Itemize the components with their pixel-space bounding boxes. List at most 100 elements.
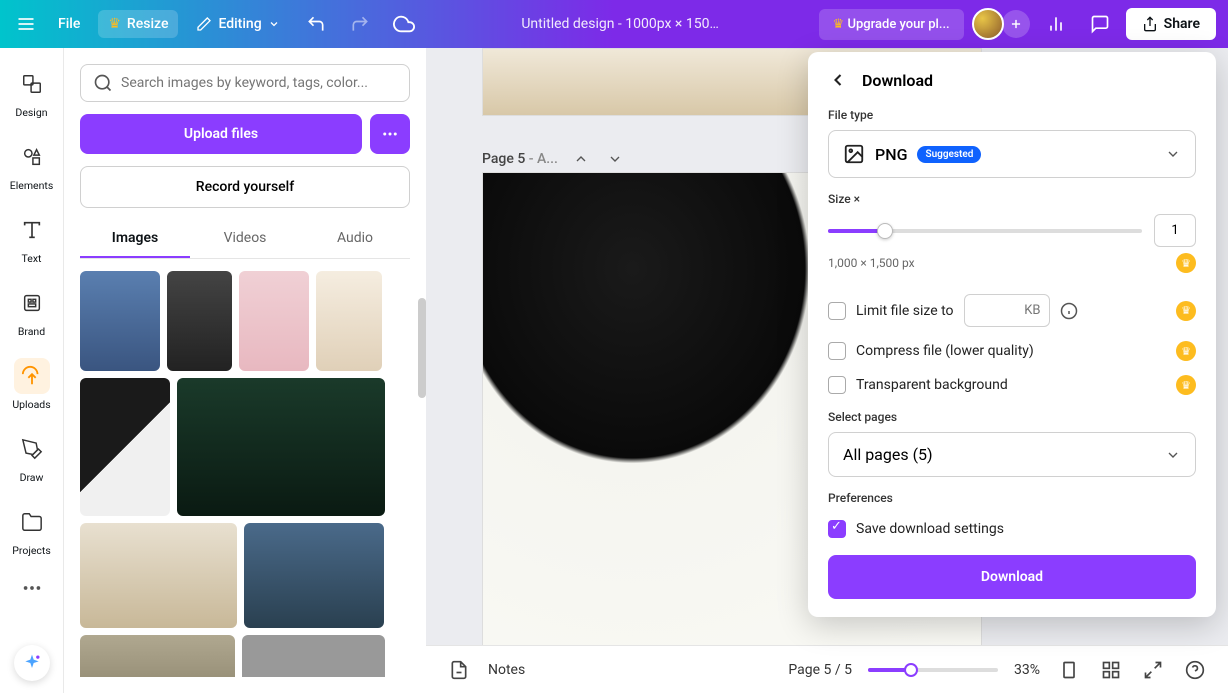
rail-uploads[interactable]: Uploads <box>2 350 62 419</box>
transparent-checkbox[interactable] <box>828 376 846 394</box>
rail-label: Design <box>15 106 47 119</box>
share-button[interactable]: Share <box>1126 8 1216 40</box>
save-settings-label: Save download settings <box>856 521 1004 537</box>
thumbnail[interactable] <box>244 523 384 628</box>
rail-label: Text <box>22 252 42 265</box>
editing-mode-button[interactable]: Editing <box>186 10 289 38</box>
user-avatar[interactable] <box>972 8 1004 40</box>
notes-button[interactable] <box>446 657 472 683</box>
rail-design[interactable]: Design <box>2 58 62 127</box>
add-collaborator-button[interactable] <box>1002 10 1030 38</box>
pro-badge: ♛ <box>1176 253 1196 273</box>
chevron-up-icon <box>573 151 589 167</box>
tab-videos[interactable]: Videos <box>190 220 300 258</box>
thumbnail[interactable] <box>167 271 232 371</box>
page-down-button[interactable] <box>604 148 626 170</box>
rail-elements[interactable]: Elements <box>2 131 62 200</box>
thumbnail[interactable] <box>80 635 235 677</box>
page-up-button[interactable] <box>570 148 592 170</box>
chart-icon <box>1046 14 1066 34</box>
hamburger-icon <box>16 14 36 34</box>
suggested-badge: Suggested <box>917 146 981 163</box>
upload-files-button[interactable]: Upload files <box>80 114 362 154</box>
size-slider[interactable] <box>828 229 1142 233</box>
thumbnail[interactable] <box>239 271 309 371</box>
page-indicator[interactable]: Page 5 / 5 <box>788 662 852 678</box>
comment-button[interactable] <box>1082 6 1118 42</box>
crown-icon: ♛ <box>108 16 121 32</box>
select-pages-value: All pages (5) <box>843 445 933 464</box>
rail-label: Projects <box>12 544 51 557</box>
rail-brand[interactable]: Brand <box>2 277 62 346</box>
magic-button[interactable] <box>14 645 50 681</box>
upgrade-button[interactable]: ♛ Upgrade your pl... <box>819 9 964 40</box>
notes-label[interactable]: Notes <box>488 662 525 678</box>
upgrade-label: Upgrade your pl... <box>847 17 949 32</box>
media-tabs: Images Videos Audio <box>80 220 410 259</box>
zoom-value[interactable]: 33% <box>1014 662 1040 678</box>
grid-view-button[interactable] <box>1098 657 1124 683</box>
help-button[interactable] <box>1182 657 1208 683</box>
rail-draw[interactable]: Draw <box>2 423 62 492</box>
undo-icon <box>306 14 326 34</box>
chevron-down-icon <box>1165 146 1181 162</box>
file-type-label: File type <box>828 108 1196 122</box>
save-settings-checkbox[interactable] <box>828 520 846 538</box>
filesize-input[interactable] <box>964 294 1050 327</box>
grid-icon <box>1101 660 1121 680</box>
resize-label: Resize <box>127 16 169 32</box>
page-number-label[interactable]: Page 5 - A... <box>482 151 558 167</box>
limit-filesize-checkbox[interactable] <box>828 302 846 320</box>
compress-checkbox[interactable] <box>828 342 846 360</box>
chevron-down-icon <box>268 18 280 30</box>
cloud-sync-button[interactable] <box>386 6 422 42</box>
select-pages-dropdown[interactable]: All pages (5) <box>828 432 1196 477</box>
thumbnail[interactable] <box>242 635 385 677</box>
expand-icon <box>1143 660 1163 680</box>
analytics-button[interactable] <box>1038 6 1074 42</box>
menu-button[interactable] <box>12 10 40 38</box>
notes-icon <box>449 660 469 680</box>
uploads-icon <box>21 365 43 387</box>
download-button[interactable]: Download <box>828 555 1196 599</box>
chevron-down-icon <box>607 151 623 167</box>
record-yourself-button[interactable]: Record yourself <box>80 166 410 208</box>
fullscreen-button[interactable] <box>1140 657 1166 683</box>
redo-button[interactable] <box>342 6 378 42</box>
upload-more-button[interactable] <box>370 114 410 154</box>
rail-projects[interactable]: Projects <box>2 496 62 565</box>
info-button[interactable] <box>1060 302 1078 320</box>
comment-icon <box>1090 14 1110 34</box>
file-type-select[interactable]: PNG Suggested <box>828 130 1196 178</box>
search-icon <box>93 73 113 93</box>
back-button[interactable] <box>828 70 848 90</box>
page-view-button[interactable] <box>1056 657 1082 683</box>
search-input[interactable] <box>121 75 397 91</box>
resize-button[interactable]: ♛ Resize <box>98 10 178 38</box>
page-icon <box>1059 660 1079 680</box>
size-input[interactable] <box>1154 214 1196 247</box>
thumbnail[interactable] <box>80 271 160 371</box>
search-box[interactable] <box>80 64 410 102</box>
thumbnail[interactable] <box>80 523 237 628</box>
projects-icon <box>21 511 43 533</box>
document-title[interactable]: Untitled design - 1000px × 150… <box>430 16 811 32</box>
gallery-scrollbar[interactable] <box>418 298 426 398</box>
transparent-label: Transparent background <box>856 377 1008 393</box>
undo-button[interactable] <box>298 6 334 42</box>
thumbnail[interactable] <box>316 271 382 371</box>
tab-audio[interactable]: Audio <box>300 220 410 258</box>
thumbnail[interactable] <box>80 378 170 516</box>
text-icon <box>21 219 43 241</box>
thumbnail[interactable] <box>177 378 385 516</box>
preferences-label: Preferences <box>828 491 1196 505</box>
rail-text[interactable]: Text <box>2 204 62 273</box>
rail-more-button[interactable] <box>13 569 51 607</box>
tab-images[interactable]: Images <box>80 220 190 258</box>
zoom-slider[interactable] <box>868 668 998 672</box>
plus-icon <box>1009 17 1023 31</box>
pencil-icon <box>196 16 212 32</box>
share-label: Share <box>1164 16 1200 32</box>
file-menu[interactable]: File <box>48 10 90 38</box>
image-gallery[interactable] <box>80 271 410 677</box>
